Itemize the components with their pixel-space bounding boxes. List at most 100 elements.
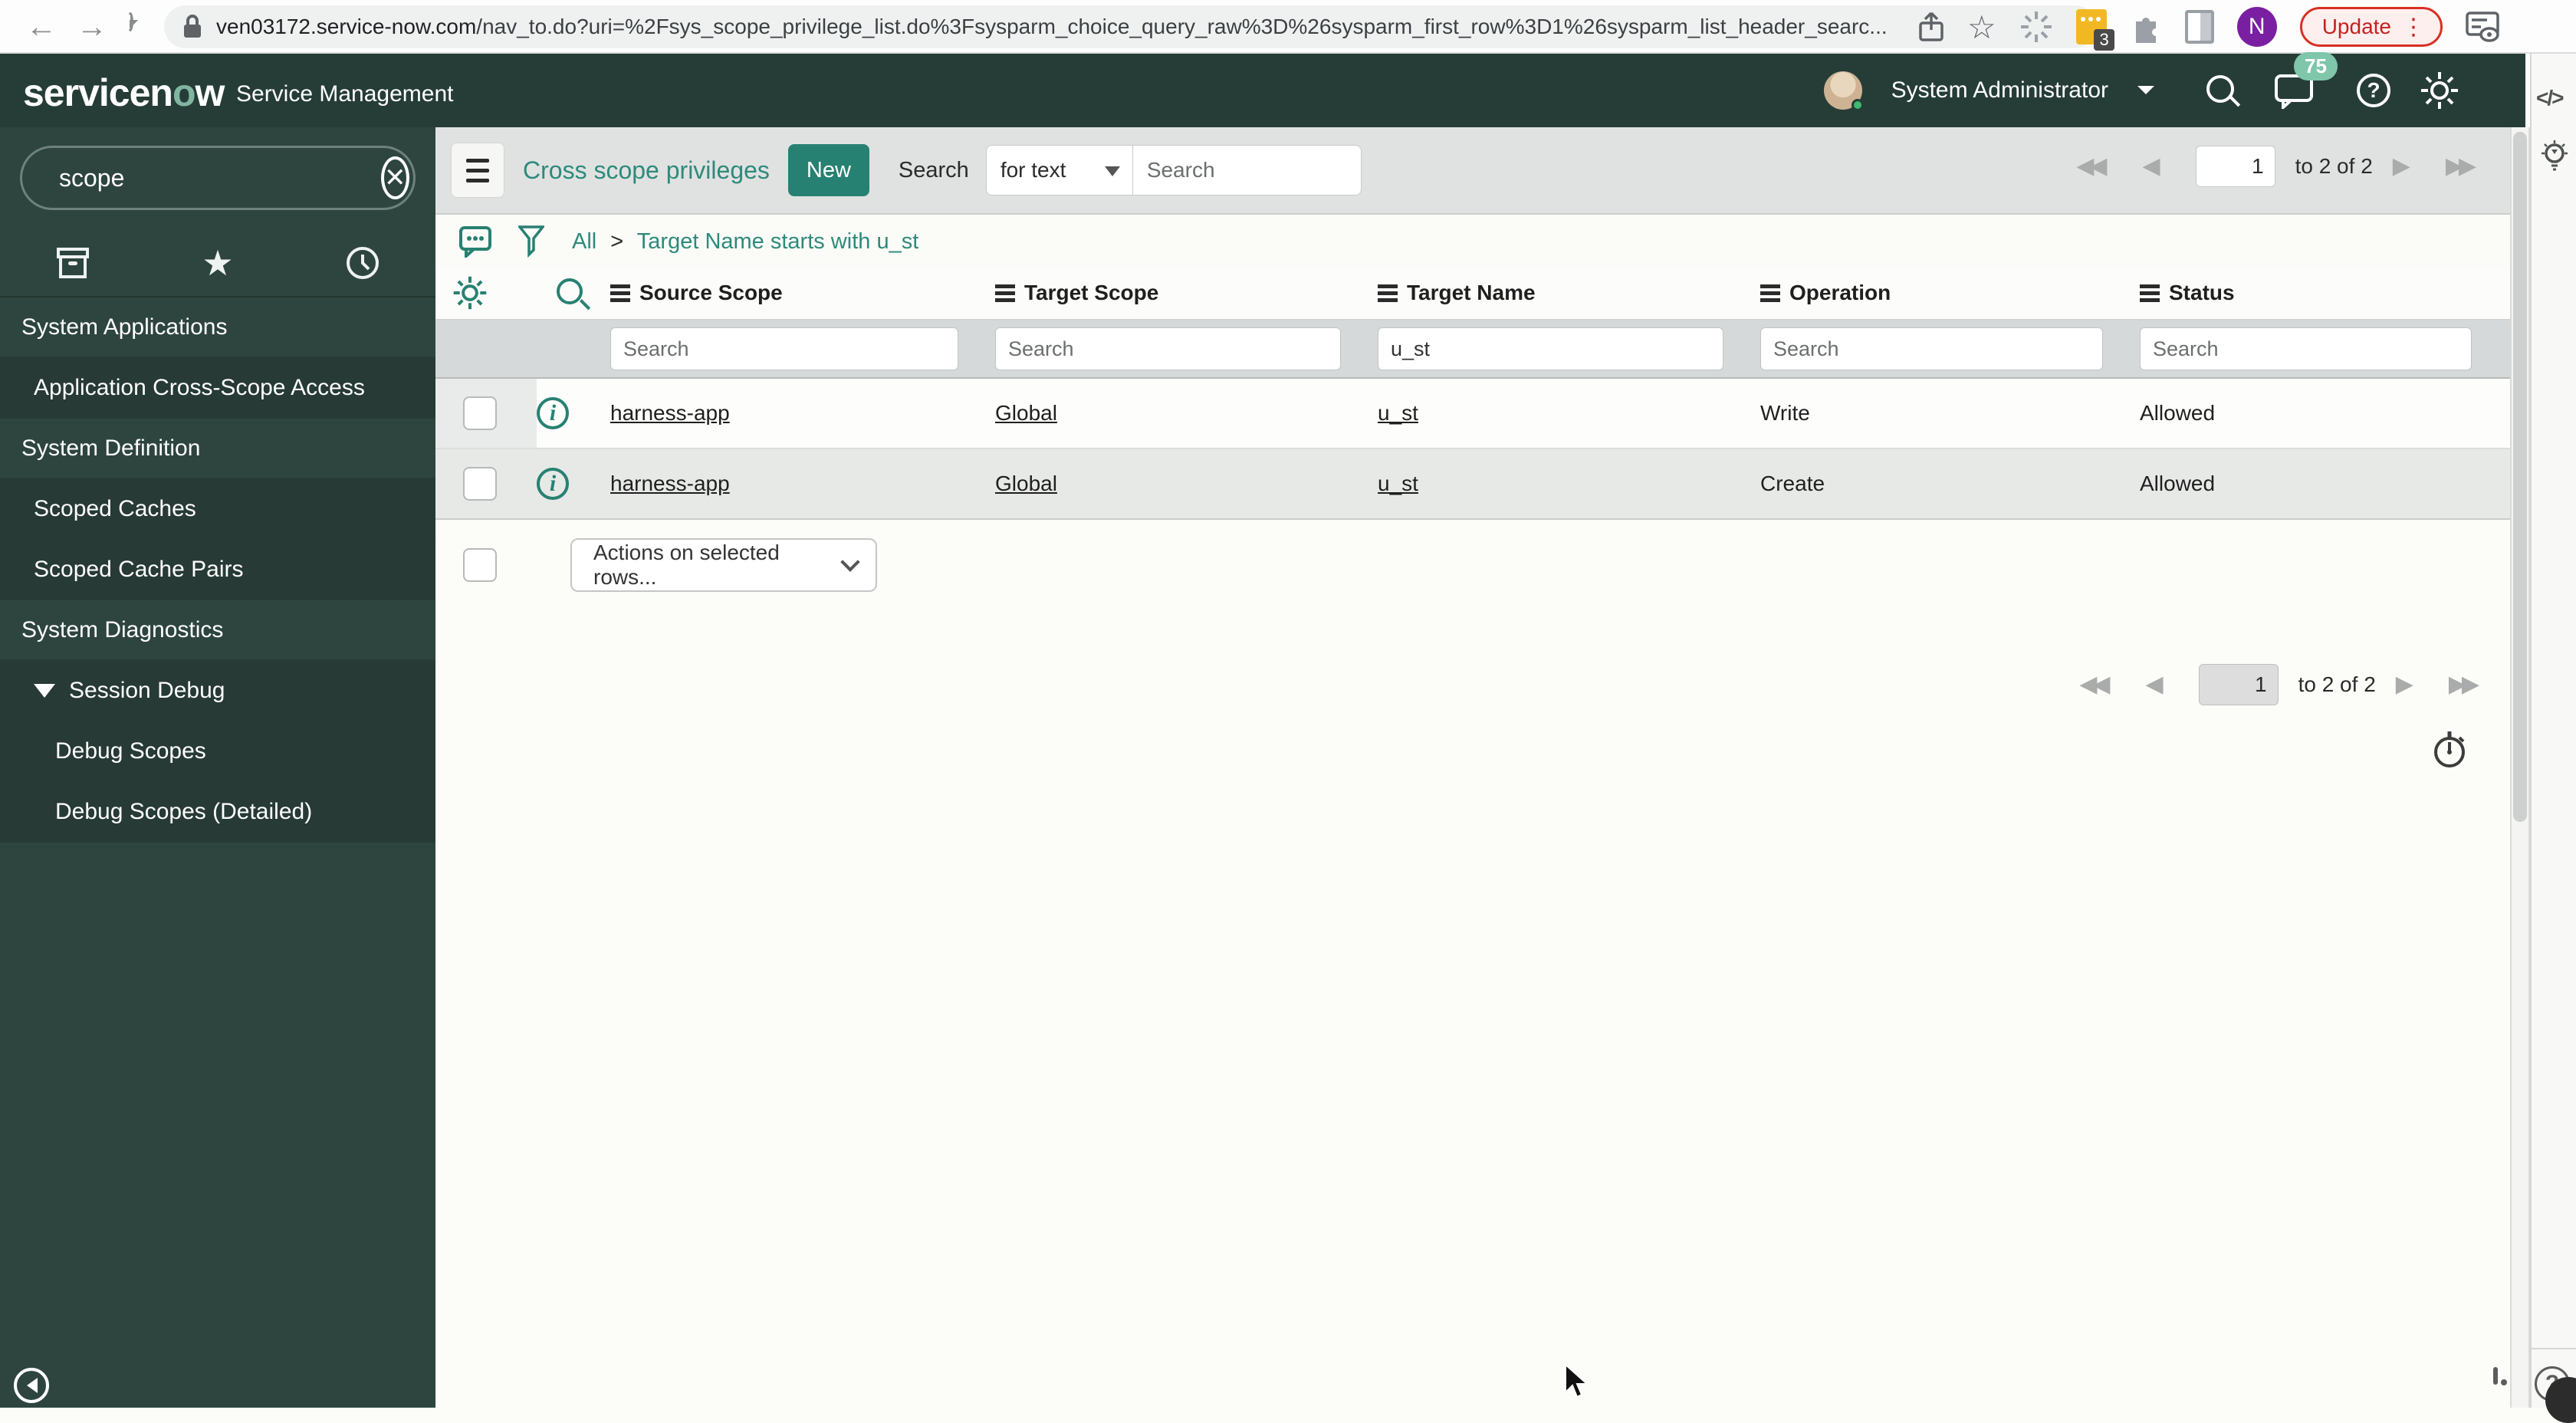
page-number-input[interactable]	[2198, 664, 2279, 705]
cell-source-scope-link[interactable]: harness-app	[610, 472, 730, 496]
record-info-icon[interactable]: i	[537, 397, 569, 429]
record-info-icon[interactable]: i	[537, 468, 569, 500]
search-source-scope-input[interactable]	[610, 327, 958, 370]
nav-item-application-cross-scope-access[interactable]: Application Cross-Scope Access	[0, 358, 435, 419]
share-icon[interactable]	[1918, 12, 1944, 42]
list-context-menu-icon[interactable]	[451, 143, 504, 198]
next-page-icon[interactable]: ▶	[2393, 155, 2410, 178]
navigator-results: System Applications Application Cross-Sc…	[0, 297, 435, 843]
prev-page-icon[interactable]: ◀	[2146, 673, 2164, 696]
actions-dropdown[interactable]: Actions on selected rows...	[570, 538, 877, 592]
column-header-target-name[interactable]: Target Name	[1378, 281, 1536, 305]
column-header-status[interactable]: Status	[2140, 281, 2235, 305]
side-panel-icon[interactable]	[2184, 10, 2214, 44]
list-settings-gear-icon[interactable]	[452, 275, 488, 311]
column-menu-icon[interactable]	[1378, 284, 1398, 288]
browser-reload-icon[interactable]	[127, 12, 133, 31]
url-path: /nav_to.do?uri=%2Fsys_scope_privilege_li…	[476, 15, 1888, 38]
user-menu-caret-icon[interactable]	[2137, 86, 2154, 103]
next-page-icon[interactable]: ▶	[2396, 673, 2413, 696]
lock-icon	[184, 15, 201, 38]
search-type-select[interactable]: for text	[985, 145, 1133, 196]
breadcrumb-filter-icon[interactable]	[518, 225, 544, 258]
nav-item-debug-scopes[interactable]: Debug Scopes	[0, 721, 435, 782]
tab-history[interactable]	[291, 245, 435, 281]
column-menu-icon[interactable]	[1760, 284, 1780, 288]
servicenow-logo[interactable]: servicenow	[23, 71, 225, 115]
right-utility-rail: </> ?	[2493, 54, 2576, 1423]
user-avatar[interactable]	[1823, 71, 1864, 111]
expand-triangle-icon[interactable]	[34, 683, 55, 708]
browser-profile-avatar[interactable]: N	[2236, 7, 2277, 47]
breadcrumb-all-link[interactable]: All	[572, 229, 596, 254]
table-row[interactable]: i harness-app Global u_st Write Allowed	[435, 379, 2510, 449]
yellow-extension-icon[interactable]: 3	[2075, 9, 2114, 51]
column-menu-icon[interactable]	[610, 284, 630, 288]
cell-target-name-link[interactable]: u_st	[1378, 401, 1418, 426]
search-status-input[interactable]	[2140, 327, 2472, 370]
column-header-operation[interactable]: Operation	[1760, 281, 1891, 305]
first-page-icon[interactable]: ◀	[2079, 673, 2097, 696]
navigator-tabs: ★	[0, 230, 435, 297]
column-menu-icon[interactable]	[995, 284, 1015, 288]
search-target-scope-input[interactable]	[995, 327, 1341, 370]
search-operation-input[interactable]	[1760, 327, 2103, 370]
cell-target-name-link[interactable]: u_st	[1378, 472, 1418, 496]
puzzle-extensions-icon[interactable]	[2130, 11, 2162, 43]
first-page-icon[interactable]: ◀	[2076, 155, 2094, 178]
code-console-icon[interactable]: </>	[2536, 86, 2564, 110]
nav-header-system-definition[interactable]: System Definition	[0, 419, 435, 479]
conversations-icon[interactable]: 75	[2274, 52, 2338, 109]
nav-header-system-diagnostics[interactable]: System Diagnostics	[0, 600, 435, 661]
new-button[interactable]: New	[787, 144, 869, 196]
list-search-input[interactable]	[1132, 145, 1362, 196]
select-all-checkbox[interactable]	[463, 548, 497, 582]
address-bar[interactable]: ven03172.service-now.com/nav_to.do?uri=%…	[164, 5, 2096, 48]
content-scrollbar-thumb[interactable]	[2513, 132, 2527, 822]
nav-item-debug-scopes-detailed[interactable]: Debug Scopes (Detailed)	[0, 782, 435, 843]
column-header-source-scope[interactable]: Source Scope	[610, 281, 783, 305]
column-menu-icon[interactable]	[2140, 284, 2160, 288]
navigator-filter-input[interactable]	[59, 163, 381, 192]
help-icon[interactable]: ?	[2357, 74, 2390, 107]
update-label: Update	[2321, 15, 2391, 38]
breadcrumb-condition-link[interactable]: Target Name starts with u_st	[637, 229, 918, 254]
extension-badge: 3	[2094, 29, 2114, 51]
navigator-filter[interactable]: ✕	[20, 146, 416, 210]
minimize-dock-icon[interactable]	[2493, 1367, 2507, 1385]
spinner-extension-icon[interactable]	[2019, 10, 2053, 44]
global-search-icon[interactable]	[2206, 74, 2234, 103]
prev-page-icon[interactable]: ◀	[2143, 155, 2160, 178]
browser-menu-icon[interactable]: ⋮	[2402, 14, 2425, 41]
page-number-input[interactable]	[2195, 146, 2275, 187]
tab-favorites[interactable]: ★	[145, 245, 290, 281]
collapse-navigator-button[interactable]	[14, 1368, 49, 1403]
cell-target-scope-link[interactable]: Global	[995, 472, 1057, 496]
activity-stream-icon[interactable]	[458, 225, 492, 258]
settings-gear-icon[interactable]	[2420, 71, 2459, 110]
browser-forward-icon[interactable]: →	[77, 0, 107, 54]
bookmark-star-icon[interactable]: ☆	[1967, 8, 1996, 46]
nav-item-session-debug[interactable]: Session Debug	[0, 661, 435, 721]
tab-all-applications[interactable]	[0, 246, 145, 280]
response-time-icon[interactable]	[2432, 730, 2467, 768]
browser-back-icon[interactable]: ←	[26, 0, 57, 54]
search-target-name-input[interactable]	[1378, 327, 1723, 370]
row-checkbox[interactable]	[463, 396, 497, 430]
suggestion-bulb-icon[interactable]	[2538, 140, 2571, 176]
reading-list-icon[interactable]	[2466, 12, 2499, 42]
rail-divider	[2532, 1348, 2576, 1349]
column-header-target-scope[interactable]: Target Scope	[995, 281, 1158, 305]
browser-update-button[interactable]: Update ⋮	[2299, 7, 2443, 47]
list-title[interactable]: Cross scope privileges	[523, 156, 770, 185]
table-row[interactable]: i harness-app Global u_st Create Allowed	[435, 449, 2510, 520]
clear-filter-icon[interactable]: ✕	[381, 156, 409, 199]
column-search-toggle-icon[interactable]	[557, 278, 583, 308]
nav-item-scoped-cache-pairs[interactable]: Scoped Cache Pairs	[0, 540, 435, 600]
cell-source-scope-link[interactable]: harness-app	[610, 401, 730, 426]
cell-target-scope-link[interactable]: Global	[995, 401, 1057, 426]
user-menu[interactable]: System Administrator	[1891, 77, 2108, 104]
row-checkbox[interactable]	[463, 467, 497, 501]
nav-header-system-applications[interactable]: System Applications	[0, 297, 435, 358]
nav-item-scoped-caches[interactable]: Scoped Caches	[0, 479, 435, 540]
